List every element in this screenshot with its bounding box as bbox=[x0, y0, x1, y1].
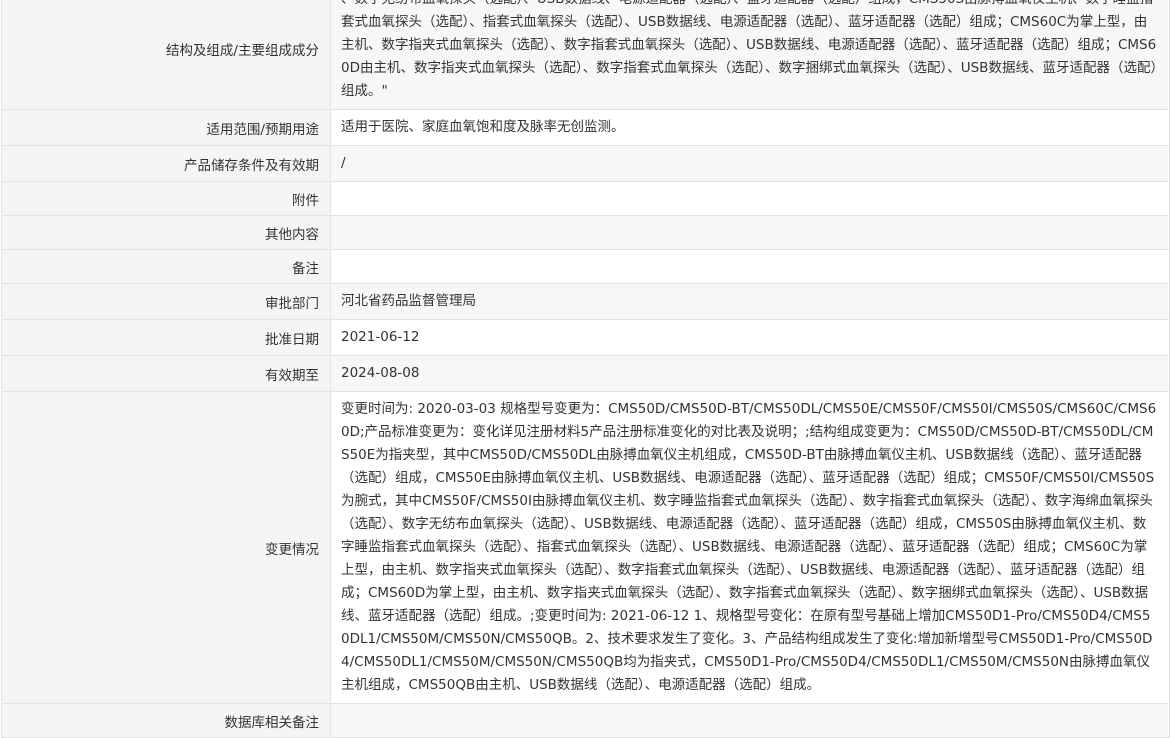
row-label: 数据库相关备注 bbox=[1, 703, 331, 738]
row-label: 适用范围/预期用途 bbox=[1, 109, 331, 146]
row-value: 河北省药品监督管理局 bbox=[330, 283, 1170, 320]
detail-table: 结构及组成/主要组成成分 、数字无纺布血氧探头（选配）、USB数据线、电源适配器… bbox=[1, 0, 1170, 738]
row-value: 、数字无纺布血氧探头（选配）、USB数据线、电源适配器（选配）、蓝牙适配器（选配… bbox=[330, 0, 1170, 110]
row-value: 2024-08-08 bbox=[330, 355, 1170, 392]
row-label: 附件 bbox=[1, 181, 331, 216]
table-row: 结构及组成/主要组成成分 、数字无纺布血氧探头（选配）、USB数据线、电源适配器… bbox=[1, 0, 1170, 110]
row-value: 适用于医院、家庭血氧饱和度及脉率无创监测。 bbox=[330, 109, 1170, 146]
row-label: 审批部门 bbox=[1, 283, 331, 320]
row-value: / bbox=[330, 145, 1170, 182]
table-row: 适用范围/预期用途 适用于医院、家庭血氧饱和度及脉率无创监测。 bbox=[1, 109, 1170, 146]
row-label: 其他内容 bbox=[1, 215, 331, 250]
row-value bbox=[330, 249, 1170, 284]
table-row: 备注 bbox=[1, 249, 1170, 284]
row-label: 产品储存条件及有效期 bbox=[1, 145, 331, 182]
table-row: 数据库相关备注 bbox=[1, 703, 1170, 738]
row-value bbox=[330, 181, 1170, 216]
row-label: 变更情况 bbox=[1, 391, 331, 704]
row-value bbox=[330, 215, 1170, 250]
row-value: 变更时间为: 2020-03-03 规格型号变更为：CMS50D/CMS50D-… bbox=[330, 391, 1170, 704]
table-row: 审批部门 河北省药品监督管理局 bbox=[1, 283, 1170, 320]
table-row: 附件 bbox=[1, 181, 1170, 216]
row-label: 结构及组成/主要组成成分 bbox=[1, 0, 331, 110]
row-label: 有效期至 bbox=[1, 355, 331, 392]
table-row: 产品储存条件及有效期 / bbox=[1, 145, 1170, 182]
row-value bbox=[330, 703, 1170, 738]
row-value: 2021-06-12 bbox=[330, 319, 1170, 356]
table-row: 批准日期 2021-06-12 bbox=[1, 319, 1170, 356]
table-row: 有效期至 2024-08-08 bbox=[1, 355, 1170, 392]
row-label: 备注 bbox=[1, 249, 331, 284]
table-row: 其他内容 bbox=[1, 215, 1170, 250]
row-label: 批准日期 bbox=[1, 319, 331, 356]
table-row: 变更情况 变更时间为: 2020-03-03 规格型号变更为：CMS50D/CM… bbox=[1, 391, 1170, 704]
